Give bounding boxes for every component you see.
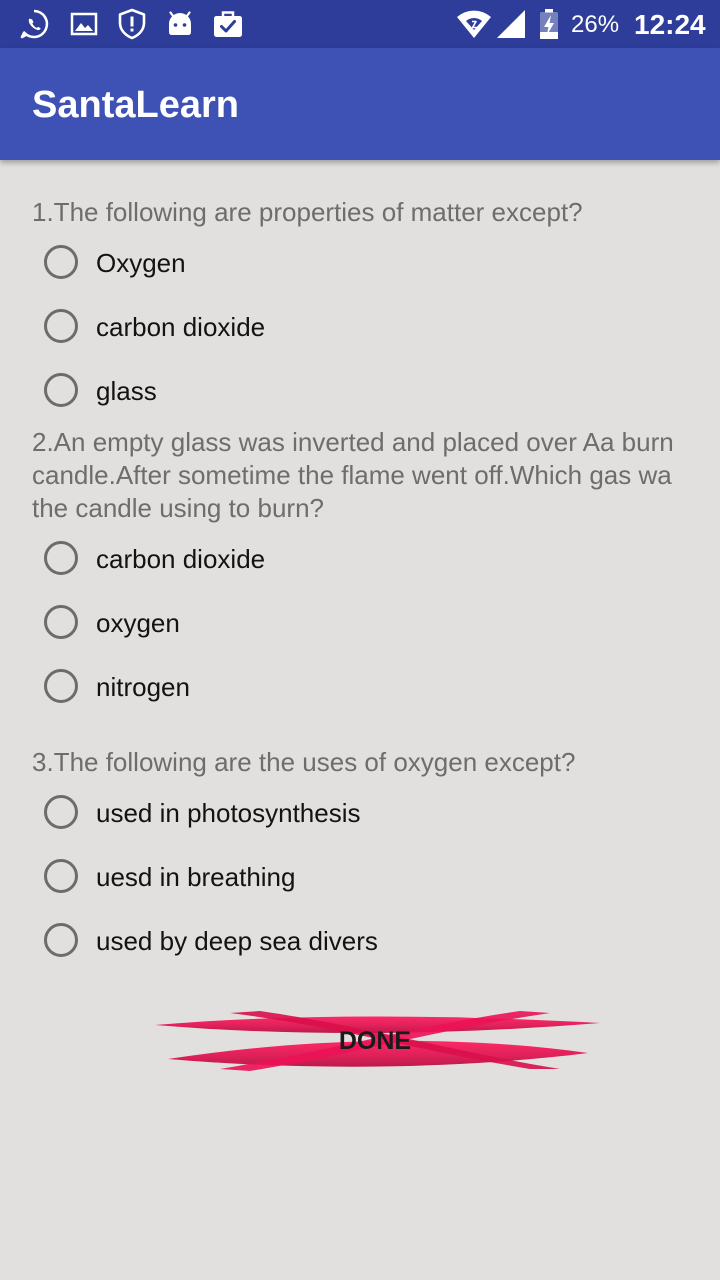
question-1-text: 1.The following are properties of matter… (32, 197, 583, 227)
battery-percentage: 26% (571, 11, 620, 38)
option-label: carbon dioxide (96, 544, 266, 574)
question-1-option-1[interactable]: Oxygen (42, 243, 642, 287)
radio-button[interactable] (44, 309, 78, 343)
quiz-content: 1.The following are properties of matter… (0, 160, 720, 1280)
radio-button[interactable] (44, 669, 78, 703)
clock: 12:24 (634, 9, 706, 40)
question-2-option-1[interactable]: carbon dioxide (42, 539, 642, 583)
android-icon (169, 11, 191, 35)
radio-button[interactable] (44, 605, 78, 639)
option-label: uesd in breathing (96, 862, 296, 892)
option-label: used by deep sea divers (96, 926, 378, 956)
question-1-option-2[interactable]: carbon dioxide (42, 307, 642, 351)
done-button[interactable]: DONE (150, 1005, 600, 1077)
wifi-icon (457, 10, 491, 38)
battery-charging-icon (540, 9, 558, 39)
cell-signal-icon (497, 10, 525, 38)
radio-button[interactable] (44, 859, 78, 893)
radio-button[interactable] (44, 373, 78, 407)
question-2-option-2[interactable]: oxygen (42, 603, 642, 647)
radio-button[interactable] (44, 923, 78, 957)
question-3-option-3[interactable]: used by deep sea divers (42, 921, 642, 965)
option-label: oxygen (96, 608, 180, 638)
question-3-text: 3.The following are the uses of oxygen e… (32, 747, 576, 777)
whatsapp-icon (20, 9, 49, 39)
status-bar: 26% 12:24 (0, 0, 720, 48)
radio-button[interactable] (44, 795, 78, 829)
question-3-option-2[interactable]: uesd in breathing (42, 857, 642, 901)
option-label: carbon dioxide (96, 312, 266, 342)
question-2-option-3[interactable]: nitrogen (42, 667, 642, 711)
question-2-text: 2.An empty glass was inverted and placed… (32, 427, 674, 523)
question-1-option-3[interactable]: glass (42, 371, 642, 415)
radio-button[interactable] (44, 245, 78, 279)
gallery-icon (70, 12, 98, 36)
app-bar: SantaLearn (0, 48, 720, 160)
question-3-option-1[interactable]: used in photosynthesis (42, 793, 642, 837)
app-title: SantaLearn (32, 84, 239, 126)
radio-button[interactable] (44, 541, 78, 575)
option-label: glass (96, 376, 157, 406)
briefcase-check-icon (214, 11, 242, 37)
option-label: Oxygen (96, 248, 186, 278)
option-label: nitrogen (96, 672, 190, 702)
done-label: DONE (338, 1027, 412, 1055)
option-label: used in photosynthesis (96, 798, 361, 828)
shield-alert-icon (118, 8, 146, 40)
